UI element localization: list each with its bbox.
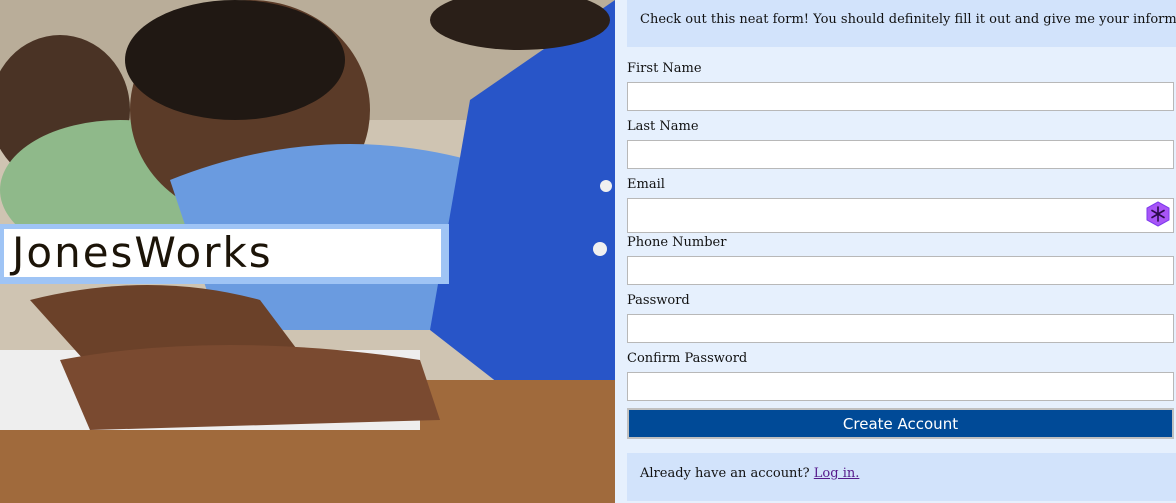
logo-frame: JonesWorks xyxy=(0,224,449,284)
first-name-label: First Name xyxy=(627,61,702,76)
email-input[interactable] xyxy=(627,198,1174,233)
login-prompt: Already have an account? xyxy=(640,466,810,481)
confirm-password-label: Confirm Password xyxy=(627,351,748,366)
email-label: Email xyxy=(627,177,665,192)
last-name-input[interactable] xyxy=(627,140,1174,169)
confirm-password-input[interactable] xyxy=(627,372,1174,401)
logo-text: JonesWorks xyxy=(12,228,273,277)
first-name-input[interactable] xyxy=(627,82,1174,111)
password-manager-icon[interactable] xyxy=(1145,201,1171,227)
last-name-label: Last Name xyxy=(627,119,699,134)
create-account-button[interactable]: Create Account xyxy=(627,408,1174,439)
login-banner: Already have an account? Log in. xyxy=(627,453,1176,501)
hero-image: JonesWorks xyxy=(0,0,615,503)
phone-input[interactable] xyxy=(627,256,1174,285)
logo-panel: JonesWorks xyxy=(4,229,441,277)
phone-label: Phone Number xyxy=(627,235,727,250)
password-input[interactable] xyxy=(627,314,1174,343)
signup-form: Check out this neat form! You should def… xyxy=(615,0,1176,503)
login-prompt-row: Already have an account? Log in. xyxy=(640,466,859,481)
intro-banner: Check out this neat form! You should def… xyxy=(627,0,1176,47)
password-label: Password xyxy=(627,293,690,308)
login-link[interactable]: Log in. xyxy=(814,466,860,481)
intro-text: Check out this neat form! You should def… xyxy=(640,12,1176,27)
